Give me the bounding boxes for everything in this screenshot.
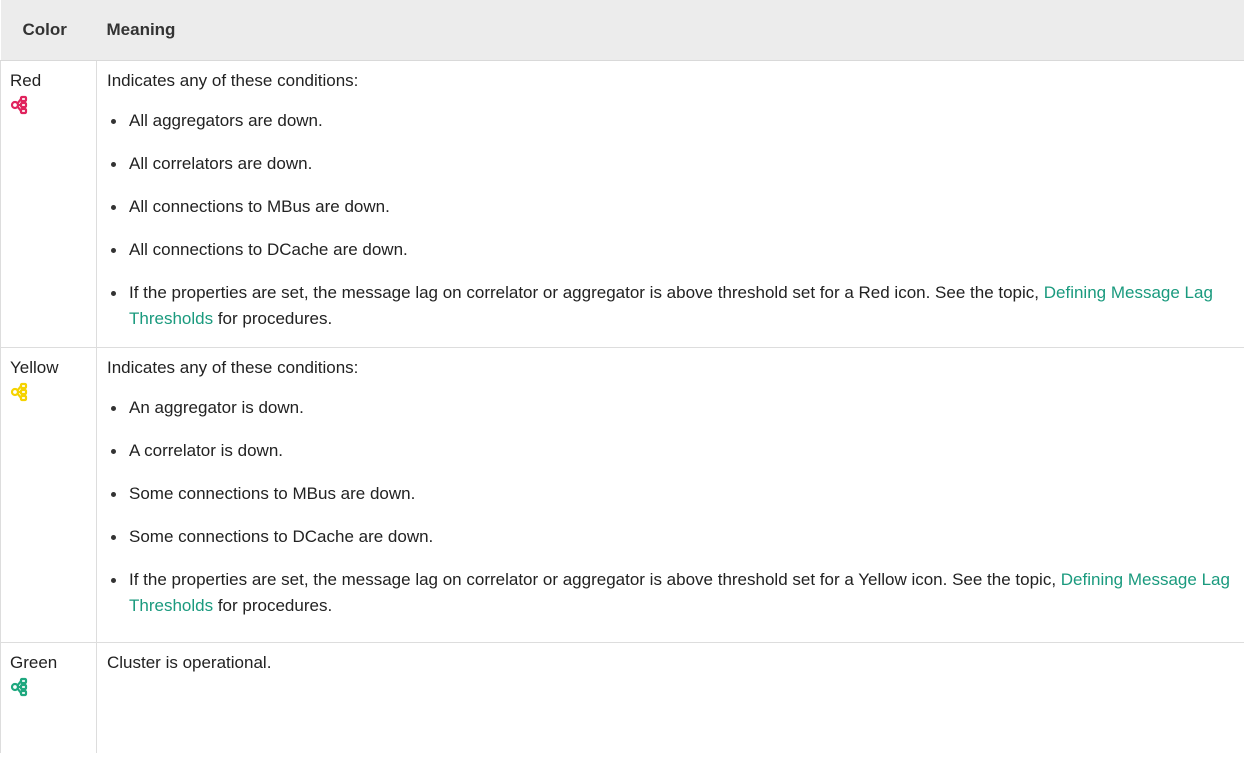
column-header-meaning: Meaning	[96, 0, 1244, 61]
threshold-text-suffix: for procedures.	[213, 309, 333, 328]
list-item: Some connections to MBus are down.	[107, 481, 1234, 507]
status-color-table: Color Meaning Red Indicates any of these…	[0, 0, 1244, 753]
table-header-row: Color Meaning	[0, 0, 1244, 61]
list-item: A correlator is down.	[107, 438, 1234, 464]
cluster-icon	[10, 382, 28, 402]
list-item: If the properties are set, the message l…	[107, 280, 1234, 332]
color-name: Red	[10, 71, 42, 90]
list-item: All correlators are down.	[107, 151, 1234, 177]
list-item: All connections to MBus are down.	[107, 194, 1234, 220]
color-name: Yellow	[10, 358, 59, 377]
list-item: If the properties are set, the message l…	[107, 567, 1234, 619]
meaning-cell: Cluster is operational.	[96, 642, 1244, 753]
threshold-text: If the properties are set, the message l…	[129, 283, 1044, 302]
conditions-intro: Indicates any of these conditions:	[107, 358, 359, 377]
threshold-text-suffix: for procedures.	[213, 596, 333, 615]
list-item: All connections to DCache are down.	[107, 237, 1234, 263]
meaning-cell: Indicates any of these conditions: An ag…	[96, 347, 1244, 643]
color-cell: Red	[0, 60, 97, 348]
table-row-green: Green Cluster is operational.	[0, 642, 1244, 753]
color-cell: Green	[0, 642, 97, 753]
threshold-text: If the properties are set, the message l…	[129, 570, 1061, 589]
color-cell: Yellow	[0, 347, 97, 643]
list-item: Some connections to DCache are down.	[107, 524, 1234, 550]
list-item: An aggregator is down.	[107, 395, 1234, 421]
color-name: Green	[10, 653, 58, 672]
status-text: Cluster is operational.	[107, 653, 272, 672]
conditions-intro: Indicates any of these conditions:	[107, 71, 359, 90]
cluster-icon	[10, 95, 28, 115]
table-row-red: Red Indicates any of these conditions: A…	[0, 60, 1244, 348]
conditions-list: An aggregator is down. A correlator is d…	[107, 395, 1234, 619]
list-item: All aggregators are down.	[107, 108, 1234, 134]
column-header-color: Color	[0, 0, 97, 61]
meaning-cell: Indicates any of these conditions: All a…	[96, 60, 1244, 348]
conditions-list: All aggregators are down. All correlator…	[107, 108, 1234, 332]
table-row-yellow: Yellow Indicates any of these conditions…	[0, 347, 1244, 643]
cluster-icon	[10, 677, 28, 697]
